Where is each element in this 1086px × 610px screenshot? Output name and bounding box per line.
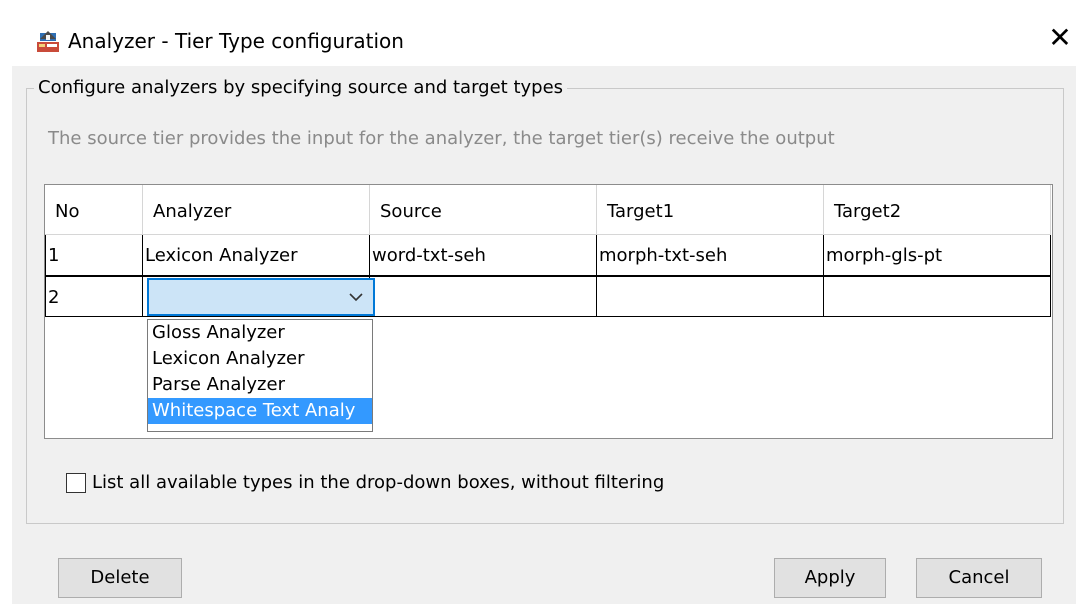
cell-target2[interactable] [824, 275, 1051, 317]
cell-source[interactable]: word-txt-seh [370, 235, 597, 277]
dropdown-option-whitespace-text-analyzer[interactable]: Whitespace Text Analy [148, 398, 372, 424]
column-header-analyzer[interactable]: Analyzer [143, 185, 370, 235]
chevron-down-icon[interactable] [347, 288, 365, 306]
column-header-source[interactable]: Source [370, 185, 597, 235]
group-description: The source tier provides the input for t… [48, 128, 835, 149]
close-icon[interactable]: ✕ [1046, 24, 1074, 52]
column-header-target1[interactable]: Target1 [597, 185, 824, 235]
filter-checkbox[interactable] [66, 473, 86, 493]
cell-source[interactable] [370, 275, 597, 317]
delete-button[interactable]: Delete [58, 558, 182, 598]
window-title: Analyzer - Tier Type configuration [68, 29, 404, 53]
cell-target1[interactable] [597, 275, 824, 317]
analyzer-app-icon [37, 31, 59, 52]
cell-target2[interactable]: morph-gls-pt [824, 235, 1051, 277]
analyzer-combo-box[interactable] [147, 278, 375, 316]
title-bar: Analyzer - Tier Type configuration ✕ [0, 0, 1086, 66]
cell-target1[interactable]: morph-txt-seh [597, 235, 824, 277]
group-title: Configure analyzers by specifying source… [34, 77, 568, 98]
table-row: 1 Lexicon Analyzer word-txt-seh morph-tx… [45, 235, 1053, 277]
cell-no[interactable]: 2 [45, 275, 143, 317]
cell-analyzer[interactable]: Lexicon Analyzer [143, 235, 370, 277]
apply-button[interactable]: Apply [774, 558, 886, 598]
table-header: No Analyzer Source Target1 Target2 [45, 185, 1053, 235]
cancel-button[interactable]: Cancel [916, 558, 1042, 598]
dropdown-option-lexicon-analyzer[interactable]: Lexicon Analyzer [148, 346, 372, 372]
dropdown-option-gloss-analyzer[interactable]: Gloss Analyzer [148, 320, 372, 346]
cell-no[interactable]: 1 [45, 235, 143, 277]
analyzer-dropdown-list: Gloss Analyzer Lexicon Analyzer Parse An… [147, 319, 373, 432]
column-header-target2[interactable]: Target2 [824, 185, 1051, 235]
dialog-content: Configure analyzers by specifying source… [12, 66, 1076, 604]
column-header-no[interactable]: No [45, 185, 143, 235]
filter-checkbox-label[interactable]: List all available types in the drop-dow… [92, 472, 664, 493]
dropdown-option-parse-analyzer[interactable]: Parse Analyzer [148, 372, 372, 398]
